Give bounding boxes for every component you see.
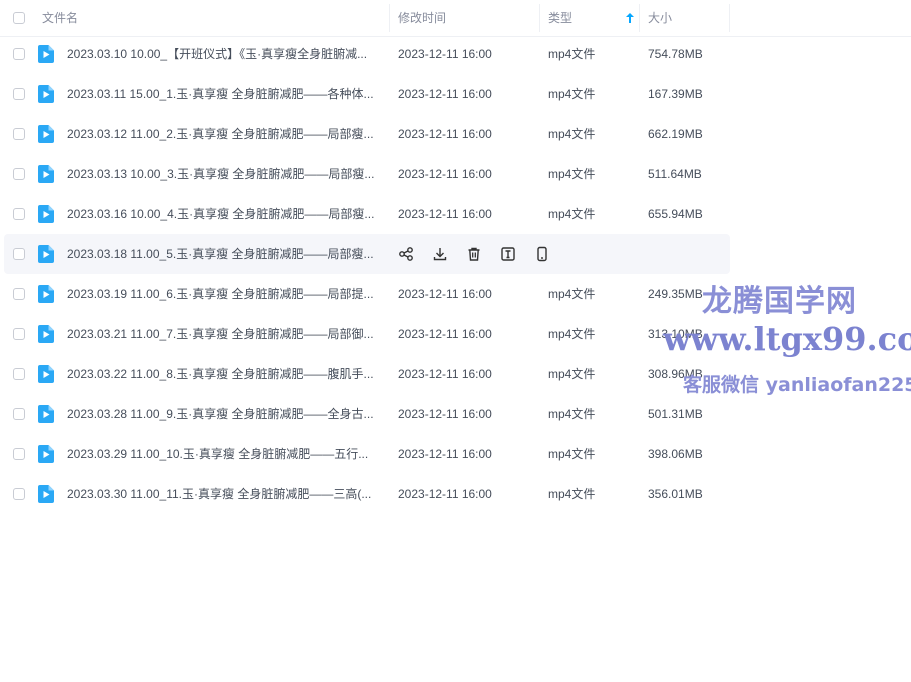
file-row[interactable]: 2023.03.28 11.00_9.玉·真享瘦 全身脏腑减肥——全身古... 2… <box>0 394 911 434</box>
file-row[interactable]: 2023.03.11 15.00_1.玉·真享瘦 全身脏腑减肥——各种体... 2… <box>0 74 911 114</box>
row-checkbox[interactable] <box>13 408 25 420</box>
video-file-icon <box>38 405 54 423</box>
row-checkbox[interactable] <box>13 328 25 340</box>
video-file-icon <box>38 205 54 223</box>
file-name[interactable]: 2023.03.10 10.00_【开班仪式】《玉·真享瘦全身脏腑减... <box>67 34 385 74</box>
file-mtime: 2023-12-11 16:00 <box>398 167 492 181</box>
file-size: 655.94MB <box>648 207 703 221</box>
row-checkbox[interactable] <box>13 168 25 180</box>
watermark-url: www.ltgx99.com <box>663 320 911 358</box>
file-size: 249.35MB <box>648 287 703 301</box>
file-type: mp4文件 <box>548 287 596 301</box>
file-size: 501.31MB <box>648 407 703 421</box>
file-row[interactable]: 2023.03.13 10.00_3.玉·真享瘦 全身脏腑减肥——局部瘦... 2… <box>0 154 911 194</box>
file-name[interactable]: 2023.03.19 11.00_6.玉·真享瘦 全身脏腑减肥——局部提... <box>67 274 385 314</box>
row-checkbox[interactable] <box>13 448 25 460</box>
column-header-size[interactable]: 大小 <box>648 0 672 36</box>
file-type: mp4文件 <box>548 167 596 181</box>
column-divider[interactable] <box>389 4 390 32</box>
row-checkbox[interactable] <box>13 128 25 140</box>
file-name[interactable]: 2023.03.30 11.00_11.玉·真享瘦 全身脏腑减肥——三高(... <box>67 474 385 514</box>
sort-ascending-icon[interactable] <box>625 12 635 24</box>
column-divider[interactable] <box>639 4 640 32</box>
file-size: 167.39MB <box>648 87 703 101</box>
row-checkbox[interactable] <box>13 488 25 500</box>
file-mtime: 2023-12-11 16:00 <box>398 87 492 101</box>
file-mtime: 2023-12-11 16:00 <box>398 287 492 301</box>
file-name[interactable]: 2023.03.28 11.00_9.玉·真享瘦 全身脏腑减肥——全身古... <box>67 394 385 434</box>
watermark-contact: 客服微信 yanliaofan225 <box>683 374 911 396</box>
column-divider[interactable] <box>539 4 540 32</box>
file-mtime: 2023-12-11 16:00 <box>398 487 492 501</box>
column-header-name[interactable]: 文件名 <box>42 0 78 36</box>
file-mtime: 2023-12-11 16:00 <box>398 207 492 221</box>
file-type: mp4文件 <box>548 127 596 141</box>
video-file-icon <box>38 485 54 503</box>
video-file-icon <box>38 365 54 383</box>
row-checkbox[interactable] <box>13 88 25 100</box>
watermark-title: 龙腾国学网 <box>702 284 857 319</box>
file-size: 754.78MB <box>648 47 703 61</box>
rename-icon[interactable] <box>500 246 516 262</box>
video-file-icon <box>38 325 54 343</box>
file-name[interactable]: 2023.03.13 10.00_3.玉·真享瘦 全身脏腑减肥——局部瘦... <box>67 154 385 194</box>
file-name[interactable]: 2023.03.12 11.00_2.玉·真享瘦 全身脏腑减肥——局部瘦... <box>67 114 385 154</box>
file-row[interactable]: 2023.03.16 10.00_4.玉·真享瘦 全身脏腑减肥——局部瘦... 2… <box>0 194 911 234</box>
file-row[interactable]: 2023.03.30 11.00_11.玉·真享瘦 全身脏腑减肥——三高(...… <box>0 474 911 514</box>
row-checkbox[interactable] <box>13 208 25 220</box>
video-file-icon <box>38 445 54 463</box>
list-header: 文件名 修改时间 类型 大小 <box>0 0 911 37</box>
column-header-type[interactable]: 类型 <box>548 0 572 36</box>
delete-icon[interactable] <box>466 246 482 262</box>
row-checkbox[interactable] <box>13 288 25 300</box>
file-row[interactable]: 2023.03.18 11.00_5.玉·真享瘦 全身脏腑减肥——局部瘦... <box>0 234 911 274</box>
file-name[interactable]: 2023.03.22 11.00_8.玉·真享瘦 全身脏腑减肥——腹肌手... <box>67 354 385 394</box>
file-mtime: 2023-12-11 16:00 <box>398 447 492 461</box>
video-file-icon <box>38 285 54 303</box>
file-mtime: 2023-12-11 16:00 <box>398 407 492 421</box>
file-size: 662.19MB <box>648 127 703 141</box>
select-all-checkbox[interactable] <box>13 12 25 24</box>
file-mtime: 2023-12-11 16:00 <box>398 327 492 341</box>
file-size: 511.64MB <box>648 167 702 181</box>
file-name[interactable]: 2023.03.18 11.00_5.玉·真享瘦 全身脏腑减肥——局部瘦... <box>67 234 385 274</box>
video-file-icon <box>38 45 54 63</box>
video-file-icon <box>38 245 54 263</box>
file-name[interactable]: 2023.03.29 11.00_10.玉·真享瘦 全身脏腑减肥——五行... <box>67 434 385 474</box>
file-size: 398.06MB <box>648 447 703 461</box>
file-type: mp4文件 <box>548 367 596 381</box>
file-row[interactable]: 2023.03.12 11.00_2.玉·真享瘦 全身脏腑减肥——局部瘦... 2… <box>0 114 911 154</box>
file-mtime: 2023-12-11 16:00 <box>398 127 492 141</box>
file-mtime: 2023-12-11 16:00 <box>398 367 492 381</box>
file-name[interactable]: 2023.03.16 10.00_4.玉·真享瘦 全身脏腑减肥——局部瘦... <box>67 194 385 234</box>
file-type: mp4文件 <box>548 207 596 221</box>
send-to-phone-icon[interactable] <box>534 246 550 262</box>
column-divider[interactable] <box>729 4 730 32</box>
file-type: mp4文件 <box>548 407 596 421</box>
file-row[interactable]: 2023.03.10 10.00_【开班仪式】《玉·真享瘦全身脏腑减... 202… <box>0 34 911 74</box>
file-size: 356.01MB <box>648 487 703 501</box>
file-type: mp4文件 <box>548 327 596 341</box>
share-icon[interactable] <box>398 246 414 262</box>
video-file-icon <box>38 125 54 143</box>
row-checkbox[interactable] <box>13 48 25 60</box>
file-type: mp4文件 <box>548 47 596 61</box>
file-list: 文件名 修改时间 类型 大小 2023.03.10 10.00_【开班仪式】《玉… <box>0 0 911 503</box>
file-mtime: 2023-12-11 16:00 <box>398 47 492 61</box>
column-header-mtime[interactable]: 修改时间 <box>398 0 446 36</box>
file-type: mp4文件 <box>548 487 596 501</box>
file-name[interactable]: 2023.03.21 11.00_7.玉·真享瘦 全身脏腑减肥——局部御... <box>67 314 385 354</box>
file-row[interactable]: 2023.03.29 11.00_10.玉·真享瘦 全身脏腑减肥——五行... 2… <box>0 434 911 474</box>
row-checkbox[interactable] <box>13 368 25 380</box>
file-type: mp4文件 <box>548 87 596 101</box>
file-name[interactable]: 2023.03.11 15.00_1.玉·真享瘦 全身脏腑减肥——各种体... <box>67 74 385 114</box>
file-type: mp4文件 <box>548 447 596 461</box>
video-file-icon <box>38 85 54 103</box>
video-file-icon <box>38 165 54 183</box>
row-checkbox[interactable] <box>13 248 25 260</box>
download-icon[interactable] <box>432 246 448 262</box>
